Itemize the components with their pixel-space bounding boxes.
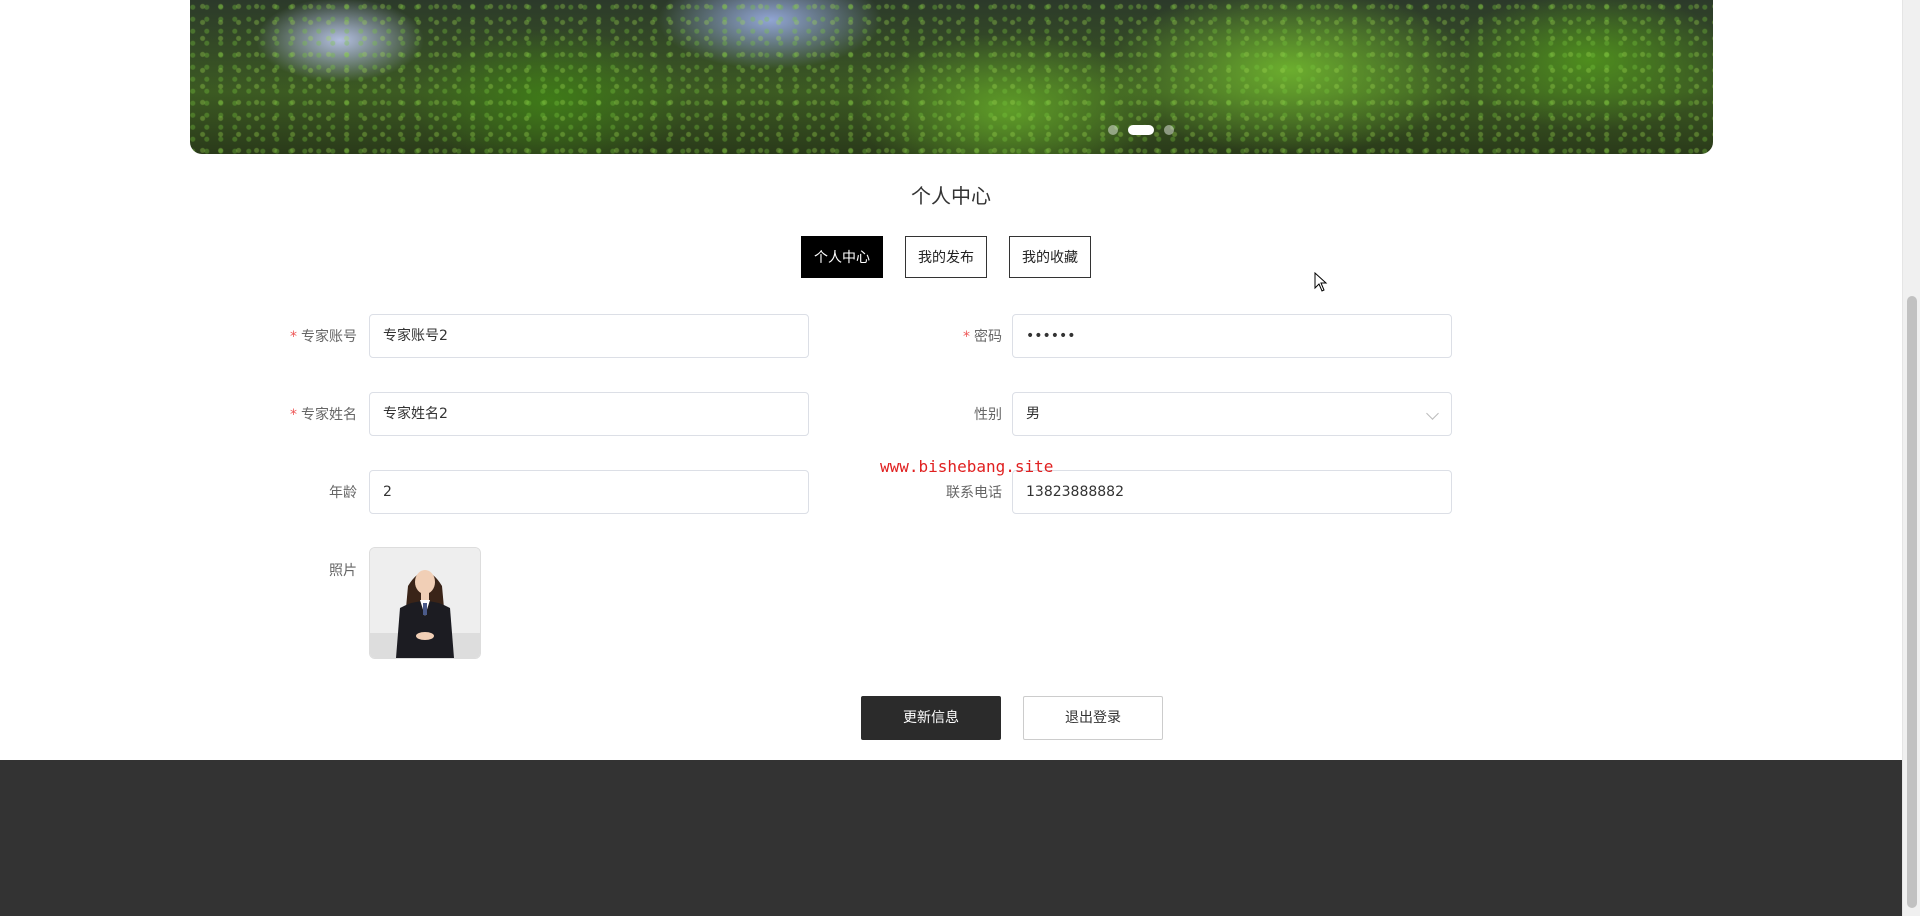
required-mark: * — [290, 329, 297, 345]
banner-carousel[interactable] — [190, 0, 1713, 154]
vertical-scrollbar[interactable] — [1902, 0, 1920, 916]
carousel-dot-1[interactable] — [1108, 125, 1118, 135]
required-mark: * — [963, 329, 970, 345]
gender-select-value: 男 — [1026, 406, 1040, 422]
phone-input[interactable]: 13823888882 — [1012, 470, 1452, 514]
name-label-text: 专家姓名 — [301, 407, 357, 423]
carousel-indicators — [1108, 125, 1174, 135]
mouse-cursor-icon — [1314, 272, 1328, 292]
tab-personal-center[interactable]: 个人中心 — [801, 236, 883, 278]
age-label: 年龄 — [329, 485, 357, 501]
carousel-dot-2-active[interactable] — [1128, 125, 1154, 135]
photo-upload[interactable] — [369, 547, 481, 659]
photo-label: 照片 — [329, 563, 357, 579]
password-input[interactable]: •••••• — [1012, 314, 1452, 358]
gender-select[interactable]: 男 — [1012, 392, 1452, 436]
tab-my-posts[interactable]: 我的发布 — [905, 236, 987, 278]
tab-my-favorites[interactable]: 我的收藏 — [1009, 236, 1091, 278]
watermark-text: www.bishebang.site — [880, 457, 1054, 476]
required-mark: * — [290, 407, 297, 423]
page-title: 个人中心 — [911, 184, 991, 208]
phone-label: 联系电话 — [946, 485, 1002, 501]
profile-tabs: 个人中心 我的发布 我的收藏 — [801, 236, 1091, 278]
footer — [0, 760, 1902, 916]
carousel-dot-3[interactable] — [1164, 125, 1174, 135]
name-label: * 专家姓名 — [237, 404, 357, 424]
page: 个人中心 个人中心 我的发布 我的收藏 * 专家账号 专家账号2 * 密码 ••••… — [0, 0, 1902, 916]
portrait-image — [370, 548, 480, 658]
update-info-button[interactable]: 更新信息 — [861, 696, 1001, 740]
account-label: * 专家账号 — [237, 326, 357, 346]
password-label-text: 密码 — [974, 329, 1002, 345]
chevron-down-icon — [1426, 407, 1439, 420]
password-label: * 密码 — [882, 326, 1002, 346]
account-input[interactable]: 专家账号2 — [369, 314, 809, 358]
logout-button[interactable]: 退出登录 — [1023, 696, 1163, 740]
name-input[interactable]: 专家姓名2 — [369, 392, 809, 436]
gender-label: 性别 — [974, 407, 1002, 423]
scrollbar-thumb[interactable] — [1907, 296, 1917, 908]
age-input[interactable]: 2 — [369, 470, 809, 514]
account-label-text: 专家账号 — [301, 329, 357, 345]
